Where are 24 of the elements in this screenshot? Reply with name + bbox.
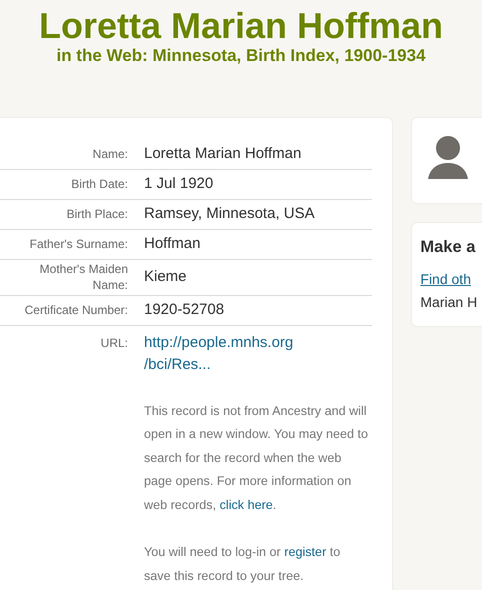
field-label: URL: [100,335,128,352]
page-title: Loretta Marian Hoffman [38,6,444,46]
field-value: Hoffman [144,234,200,254]
field-value: Kieme [144,267,187,288]
url-link[interactable]: http://people.mnhs.org /bci/Res... [144,332,370,376]
card-text: Marian H [420,292,478,312]
info-paragraph: This record is not from Ancestry and will open in a new window. You may need to search for the record when the web page opens. For more information on web records, click here. [144,402,370,514]
text-link[interactable]: click here [220,498,273,512]
search-link[interactable]: Find oth [420,270,471,287]
info-paragraph: You will need to log-in or register to save this record to your tree. [144,544,342,585]
field-value: 1 Jul 1920 [144,174,214,194]
field-value: Loretta Marian Hoffman [144,144,302,164]
field-label: Name: [92,146,128,162]
field-value: 1920-52708 [144,300,224,320]
text-link[interactable]: register [284,545,326,560]
field-label: Birth Date: [70,176,128,192]
field-label: Father's Surname: [28,236,128,252]
field-label: Birth Place: [66,206,128,222]
field-value: Ramsey, Minnesota, USA [144,204,315,224]
field-label: Mother's Maiden Name: [38,262,128,294]
person-silhouette-icon [428,135,468,179]
card-heading: Make a [420,237,476,258]
collection-subtitle: in the Web: Minnesota, Birth Index, 1900-1934 [55,46,427,66]
field-label: Certificate Number: [24,302,128,318]
